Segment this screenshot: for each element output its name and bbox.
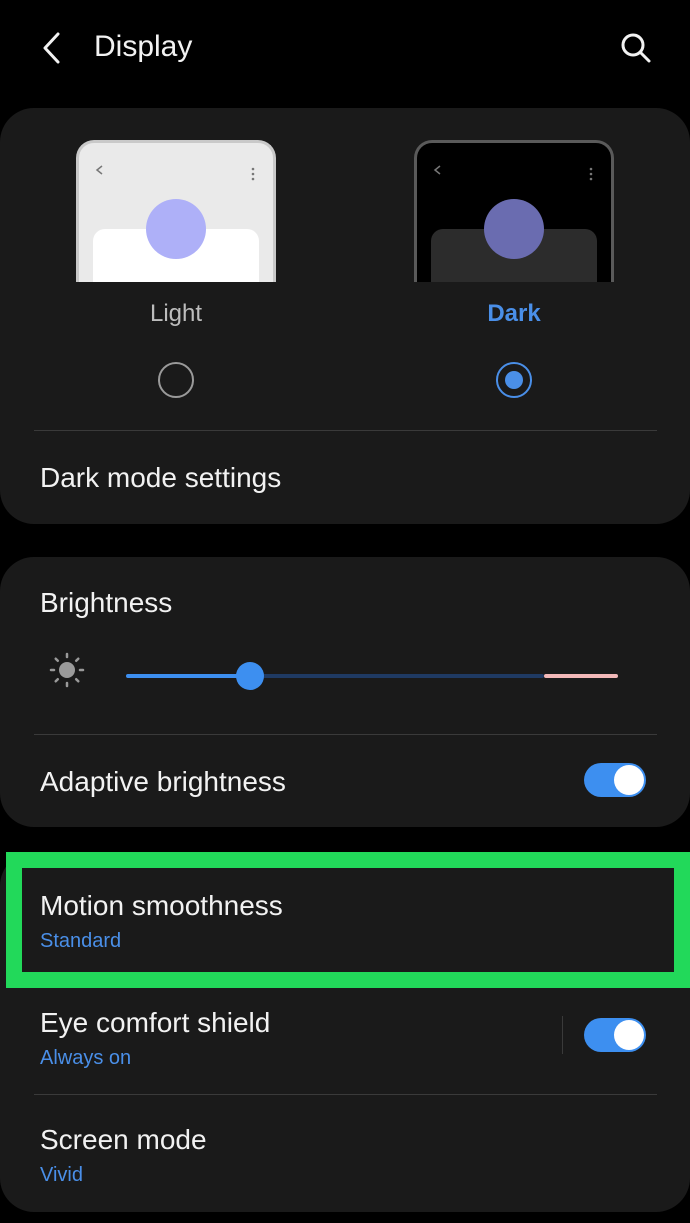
page-title: Display [94, 30, 193, 63]
back-button[interactable] [30, 26, 74, 70]
dark-theme-preview[interactable] [414, 140, 614, 282]
slider-thumb[interactable] [236, 662, 264, 690]
vertical-separator [562, 1016, 563, 1054]
brightness-label: Brightness [40, 587, 173, 618]
preview-back-icon [433, 165, 441, 175]
search-icon [621, 33, 651, 63]
chevron-left-icon [43, 32, 60, 64]
divider [34, 1094, 657, 1095]
slider-track [250, 674, 544, 678]
light-radio[interactable] [158, 362, 194, 398]
screen-mode-value: Vivid [40, 1164, 83, 1186]
eye-comfort-title[interactable]: Eye comfort shield [40, 1007, 270, 1039]
preview-menu-icon [589, 167, 593, 181]
preview-menu-icon [251, 167, 255, 181]
preview-back-icon [95, 165, 103, 175]
dark-mode-settings-item[interactable]: Dark mode settings [40, 462, 281, 494]
adaptive-brightness-toggle[interactable] [584, 763, 646, 797]
divider [34, 734, 657, 735]
eye-comfort-value: Always on [40, 1047, 132, 1069]
slider-fill [126, 674, 250, 678]
screen-mode-title[interactable]: Screen mode [40, 1124, 207, 1156]
dark-radio[interactable] [496, 362, 532, 398]
brightness-slider[interactable] [126, 662, 618, 690]
theme-card: Light Dark Dark mode settings [0, 108, 690, 524]
preview-avatar [146, 199, 206, 259]
highlight-frame [6, 852, 690, 988]
eye-comfort-toggle[interactable] [584, 1018, 646, 1052]
light-label: Light [149, 300, 203, 327]
app-header: Display [0, 0, 690, 100]
theme-option-light[interactable]: Light [76, 140, 276, 398]
sun-icon [49, 652, 85, 688]
slider-extra-brightness [544, 674, 618, 678]
brightness-card: Brightness Adaptive brightness [0, 557, 690, 827]
divider [34, 430, 657, 431]
adaptive-brightness-label[interactable]: Adaptive brightness [40, 766, 286, 798]
theme-option-dark[interactable]: Dark [414, 140, 614, 398]
dark-label: Dark [487, 300, 541, 327]
light-theme-preview[interactable] [76, 140, 276, 282]
search-button[interactable] [614, 26, 658, 70]
preview-avatar [484, 199, 544, 259]
